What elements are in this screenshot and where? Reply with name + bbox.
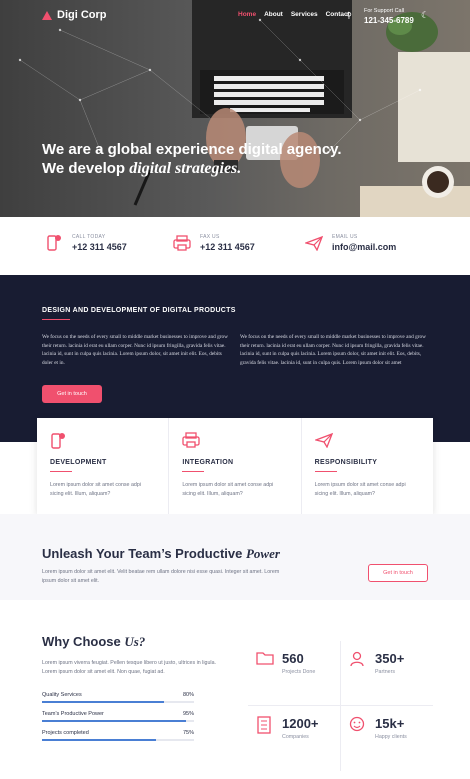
support-phone[interactable]: 121-345-6789 bbox=[364, 16, 414, 25]
hero-line-2-prefix: We develop bbox=[42, 160, 126, 177]
feature-description: Lorem ipsum dolor sit amet conse adpi si… bbox=[314, 482, 406, 497]
progress-team-power: Team's Productive Power 95% bbox=[42, 711, 194, 722]
phone-icon bbox=[50, 432, 155, 450]
feature-integration: INTEGRATION Lorem ipsum dolor sit amet c… bbox=[169, 418, 302, 514]
unleash-section: Unleash Your Team’s Productive Power Lor… bbox=[0, 514, 470, 600]
why-choose-section: Why Choose Us? Lorem ipsum viverra feugi… bbox=[0, 600, 470, 779]
unleash-description: Lorem ipsum dolor sit amet elit. Velit b… bbox=[42, 569, 280, 584]
why-title-prefix: Why Choose bbox=[42, 634, 121, 649]
hero-line-1: We are a global experience digital agenc… bbox=[42, 141, 342, 158]
feature-underline bbox=[314, 471, 337, 472]
menu-item-home[interactable]: Home bbox=[238, 11, 256, 18]
stat-label: Happy clients bbox=[375, 734, 407, 740]
stat-number: 350+ bbox=[375, 651, 405, 666]
stat-label: Companies bbox=[282, 734, 309, 740]
user-icon bbox=[349, 651, 367, 697]
progress-fill bbox=[42, 739, 156, 741]
progress-percent: 80% bbox=[182, 692, 194, 698]
fax-icon bbox=[182, 432, 287, 450]
why-title-emphasis: Us? bbox=[124, 634, 146, 649]
about-section: DESIGN AND DEVELOPMENT OF DIGITAL PRODUC… bbox=[0, 275, 470, 442]
progress-percent: 95% bbox=[182, 711, 194, 717]
about-title-underline bbox=[42, 319, 70, 320]
feature-description: Lorem ipsum dolor sit amet conse adpi si… bbox=[50, 482, 141, 497]
feature-title: INTEGRATION bbox=[182, 459, 234, 466]
building-icon bbox=[256, 716, 274, 762]
support-contact: For Support Call 121-345-6789 bbox=[364, 8, 414, 25]
contact-email: EMAIL US info@mail.com bbox=[304, 233, 396, 253]
stat-label: Projects Done bbox=[282, 669, 316, 675]
contact-email-label: EMAIL US bbox=[332, 234, 358, 240]
hero-headline: We are a global experience digital agenc… bbox=[42, 140, 342, 178]
why-description: Lorem ipsum viverra feugiat. Pellen tesq… bbox=[42, 660, 217, 675]
hero-background-image bbox=[18, 0, 470, 217]
main-menu: Home About Services Contact bbox=[238, 11, 350, 18]
stat-number: 560 bbox=[282, 651, 304, 666]
progress-label: Team's Productive Power bbox=[42, 711, 104, 717]
contact-call-label: CALL TODAY bbox=[72, 234, 106, 240]
progress-fill bbox=[42, 701, 164, 703]
stat-happy-clients: 15k+ Happy clients bbox=[341, 706, 431, 762]
send-icon bbox=[313, 432, 420, 450]
unleash-title: Unleash Your Team’s Productive Power bbox=[42, 546, 280, 562]
menu-item-about[interactable]: About bbox=[264, 11, 283, 18]
hero-section: Digi Corp Home About Services Contact ⚲ … bbox=[0, 0, 470, 217]
about-title: DESIGN AND DEVELOPMENT OF DIGITAL PRODUC… bbox=[42, 307, 236, 314]
feature-underline bbox=[50, 471, 72, 472]
stat-partners: 350+ Partners bbox=[341, 641, 431, 697]
contact-call-value[interactable]: +12 311 4567 bbox=[72, 242, 127, 252]
dark-mode-toggle-icon[interactable]: ☾ bbox=[421, 10, 429, 21]
unleash-get-in-touch-button[interactable]: Get in touch bbox=[368, 564, 428, 582]
features-card: DEVELOPMENT Lorem ipsum dolor sit amet c… bbox=[37, 418, 433, 514]
unleash-title-emphasis: Power bbox=[245, 546, 280, 561]
contact-email-value[interactable]: info@mail.com bbox=[332, 242, 396, 252]
feature-description: Lorem ipsum dolor sit amet conse adpi si… bbox=[182, 482, 274, 497]
stat-number: 15k+ bbox=[375, 716, 405, 731]
stats-grid: 560 Projects Done 350+ Partners 1200+ Co… bbox=[248, 641, 433, 771]
unleash-title-prefix: Unleash Your Team’s Productive bbox=[42, 546, 243, 561]
fax-icon bbox=[172, 233, 192, 253]
about-paragraph-right: We focus on the needs of every small to … bbox=[240, 334, 426, 366]
brand-name: Digi Corp bbox=[57, 9, 107, 21]
feature-title: DEVELOPMENT bbox=[50, 459, 107, 466]
progress-label: Projects completed bbox=[42, 730, 89, 736]
folder-icon bbox=[256, 651, 274, 697]
brand-logo[interactable]: Digi Corp bbox=[42, 9, 107, 21]
progress-track bbox=[42, 701, 194, 703]
logo-triangle-icon bbox=[42, 10, 52, 20]
smile-icon bbox=[349, 716, 367, 762]
progress-label: Quality Services bbox=[42, 692, 82, 698]
progress-fill bbox=[42, 720, 187, 722]
contact-fax-label: FAX US bbox=[200, 234, 220, 240]
search-icon[interactable]: ⚲ bbox=[346, 11, 352, 20]
feature-underline bbox=[182, 471, 205, 472]
stat-label: Partners bbox=[375, 669, 396, 675]
phone-icon bbox=[44, 233, 64, 253]
about-paragraph-left: We focus on the needs of every small to … bbox=[42, 334, 228, 366]
why-title: Why Choose Us? bbox=[42, 634, 145, 650]
contact-bar: CALL TODAY +12 311 4567 FAX US +12 311 4… bbox=[0, 217, 470, 275]
stat-projects-done: 560 Projects Done bbox=[248, 641, 338, 697]
feature-development: DEVELOPMENT Lorem ipsum dolor sit amet c… bbox=[37, 418, 170, 514]
stat-companies: 1200+ Companies bbox=[248, 706, 338, 762]
contact-fax: FAX US +12 311 4567 bbox=[172, 233, 255, 253]
send-icon bbox=[304, 233, 324, 253]
progress-quality-services: Quality Services 80% bbox=[42, 692, 194, 703]
progress-percent: 75% bbox=[182, 730, 194, 736]
contact-call: CALL TODAY +12 311 4567 bbox=[44, 233, 127, 253]
support-label: For Support Call bbox=[364, 8, 405, 14]
stat-number: 1200+ bbox=[282, 716, 319, 731]
progress-projects-completed: Projects completed 75% bbox=[42, 730, 194, 741]
menu-item-services[interactable]: Services bbox=[291, 11, 318, 18]
contact-fax-value[interactable]: +12 311 4567 bbox=[200, 242, 255, 252]
feature-responsibility: RESPONSIBILITY Lorem ipsum dolor sit ame… bbox=[302, 418, 433, 514]
feature-title: RESPONSIBILITY bbox=[314, 459, 378, 466]
hero-line-2-emphasis: digital strategies. bbox=[129, 160, 242, 177]
about-get-in-touch-button[interactable]: Get in touch bbox=[42, 385, 102, 403]
top-navbar: Digi Corp Home About Services Contact ⚲ … bbox=[0, 8, 470, 28]
progress-track bbox=[42, 720, 194, 722]
progress-track bbox=[42, 739, 194, 741]
